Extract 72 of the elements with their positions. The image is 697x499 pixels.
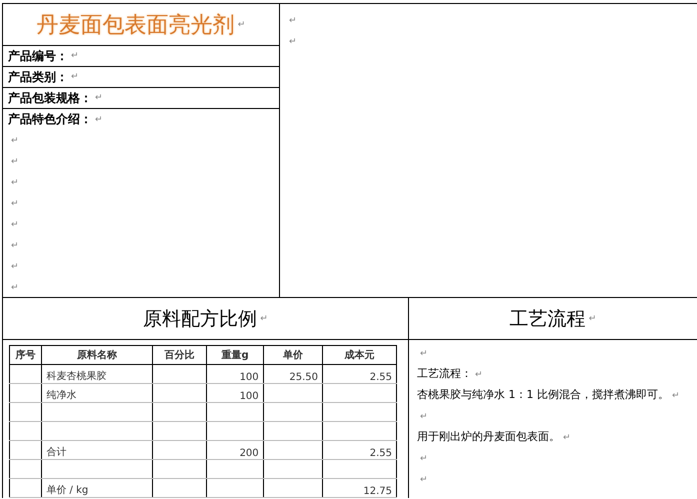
table-cell	[263, 460, 323, 478]
table-cell	[10, 460, 42, 478]
paragraph: 用于刚出炉的丹麦面包表面。 ↵	[417, 429, 572, 445]
table-cell: 100	[206, 384, 264, 402]
paragraph-mark: ↵	[588, 314, 596, 324]
table-cell	[10, 364, 42, 384]
table-cell: 单价 / kg	[42, 478, 152, 498]
table-cell	[152, 460, 207, 478]
product-title: 丹麦面包表面亮光剂	[36, 12, 235, 40]
table-cell	[263, 422, 323, 440]
field-label: 产品编号：	[8, 48, 68, 64]
table-cell	[206, 478, 264, 498]
paragraph-mark: ↵	[11, 262, 19, 272]
table-cell	[263, 440, 323, 460]
paragraph: 杏桃果胶与纯净水 1：1 比例混合，搅拌煮沸即可。 ↵	[417, 387, 681, 403]
paragraph-mark: ↵	[420, 412, 428, 422]
table-cell	[152, 364, 207, 384]
paragraph-mark: ↵	[71, 72, 79, 82]
table-cell	[263, 402, 323, 422]
table-cell	[10, 384, 42, 402]
section-heading: 原料配方比例	[143, 306, 258, 332]
paragraph-mark: ↵	[95, 93, 103, 103]
table-cell: 科麦杏桃果胶	[42, 364, 152, 384]
table-cell	[206, 422, 264, 440]
table-cell	[152, 440, 207, 460]
paragraph-mark: ↵	[420, 349, 428, 359]
table-cell	[263, 478, 323, 498]
table-cell	[263, 384, 323, 402]
paragraph-mark: ↵	[238, 20, 246, 30]
paragraph-mark: ↵	[71, 51, 79, 61]
paragraph: 工艺流程： ↵	[417, 366, 484, 382]
field-label: 产品类别：	[8, 68, 68, 86]
column-header: 序号	[10, 346, 42, 364]
paragraph-mark: ↵	[11, 240, 19, 250]
table-cell: 2.55	[322, 440, 396, 460]
column-header: 重量g	[206, 346, 264, 364]
table-cell	[206, 460, 264, 478]
paragraph-mark: ↵	[289, 16, 297, 26]
column-header: 百分比	[152, 346, 207, 364]
field-label: 产品包装规格：	[8, 90, 92, 106]
table-cell: 合计	[42, 440, 152, 460]
table-cell: 200	[206, 440, 264, 460]
paragraph-mark: ↵	[11, 198, 19, 208]
paragraph-mark: ↵	[260, 314, 268, 324]
paragraph-mark: ↵	[11, 156, 19, 166]
table-cell	[10, 440, 42, 460]
table-cell: 12.75	[322, 478, 396, 498]
column-header: 成本元	[322, 346, 396, 364]
table-cell	[152, 422, 207, 440]
table-cell: 纯净水	[42, 384, 152, 402]
paragraph-mark: ↵	[420, 454, 428, 464]
table-cell	[10, 422, 42, 440]
table-cell: 25.50	[263, 364, 323, 384]
paragraph-mark: ↵	[11, 136, 19, 146]
field-label: 产品特色介绍：	[8, 111, 92, 128]
column-header: 单价	[263, 346, 323, 364]
paragraph-mark: ↵	[95, 114, 103, 124]
table-cell: 2.55	[322, 364, 396, 384]
paragraph-mark: ↵	[289, 36, 297, 46]
section-heading: 工艺流程	[510, 306, 586, 332]
table-cell	[152, 402, 207, 422]
table-cell	[152, 384, 207, 402]
paragraph-mark: ↵	[11, 282, 19, 292]
column-header: 原料名称	[42, 346, 152, 364]
table-cell	[10, 478, 42, 498]
paragraph-mark: ↵	[420, 475, 428, 485]
paragraph-mark: ↵	[11, 220, 19, 230]
table-cell	[10, 402, 42, 422]
table-cell	[206, 402, 264, 422]
table-cell: 100	[206, 364, 264, 384]
paragraph-mark: ↵	[11, 178, 19, 188]
table-cell	[152, 478, 207, 498]
